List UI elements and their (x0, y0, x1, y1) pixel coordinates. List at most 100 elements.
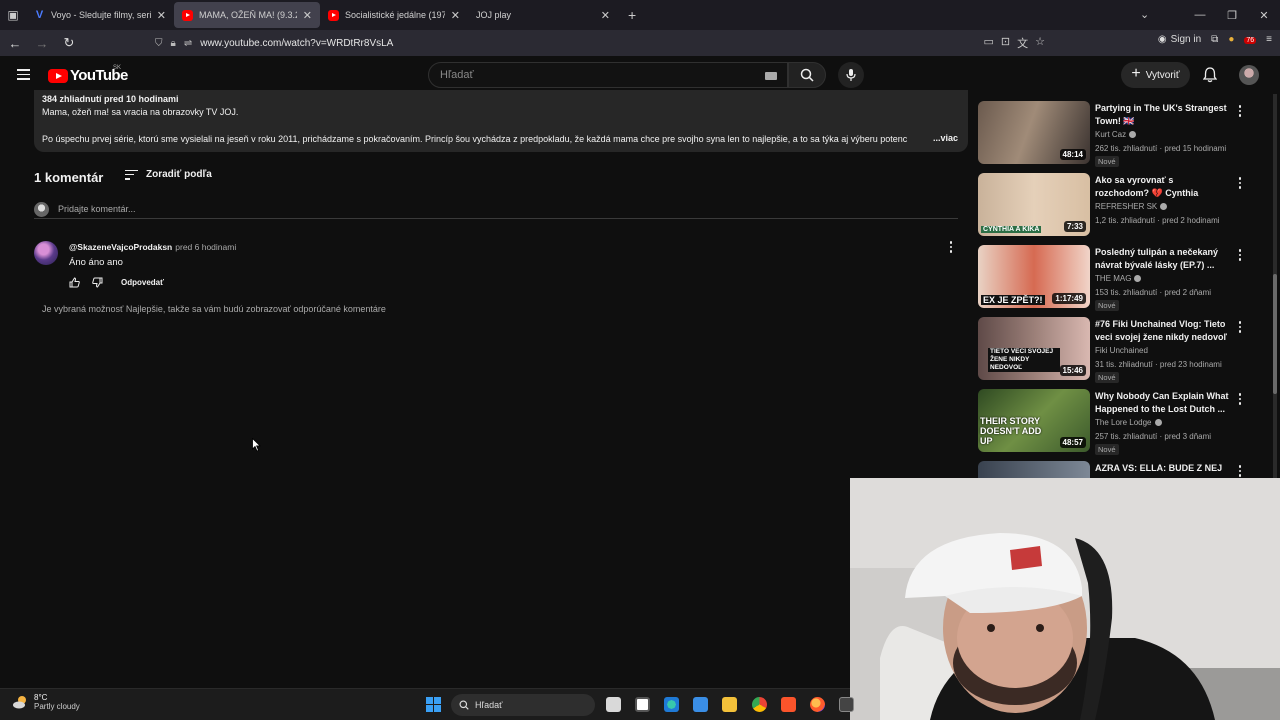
channel-name[interactable]: THE MAG (1095, 274, 1131, 283)
task-view-icon[interactable] (606, 697, 621, 712)
permissions-icon[interactable]: ⇌ (184, 38, 192, 49)
forward-icon[interactable]: → (30, 31, 54, 55)
translate-icon[interactable]: 文 (1017, 35, 1028, 51)
lock-icon[interactable]: 🔒︎ (171, 38, 176, 49)
tab-socialisticke-jedalne[interactable]: Socialistické jedálne (1977) - Yo ✕ (320, 0, 468, 30)
close-tab-icon[interactable]: ✕ (157, 9, 166, 22)
weather-condition: Partly cloudy (34, 702, 80, 711)
channel-name[interactable]: REFRESHER SK (1095, 202, 1157, 211)
verified-icon (1129, 131, 1137, 138)
recommended-video[interactable]: CYNTHIA A KIKA 7:33 Ako sa vyrovnať s ro… (978, 173, 1268, 237)
shield-icon[interactable]: ⛉ (155, 38, 163, 49)
close-window-icon[interactable]: ✕ (1248, 9, 1280, 22)
reply-button[interactable]: Odpovedať (121, 278, 164, 287)
sign-in-button[interactable]: ◉ Sign in (1158, 34, 1201, 45)
close-tab-icon[interactable]: ✕ (451, 9, 460, 22)
video-more-icon[interactable] (1235, 393, 1245, 405)
video-title[interactable]: Ako sa vyrovnať s rozchodom? 💔 Cynthia T… (1095, 174, 1229, 200)
show-more-link[interactable]: ...viac (930, 132, 958, 145)
save-to-pocket-icon[interactable]: ⊡ (1001, 35, 1010, 51)
video-thumbnail[interactable]: EX JE ZPĚT?! 1:17:49 (978, 245, 1090, 308)
comment-author[interactable]: @SkazeneVajcoProdaksn (69, 242, 172, 252)
comment-more-icon[interactable] (946, 241, 956, 253)
file-explorer-icon[interactable] (722, 697, 737, 712)
chrome-icon[interactable] (752, 697, 767, 712)
chevron-down-icon[interactable]: ⌄ (1140, 8, 1149, 21)
video-more-icon[interactable] (1235, 249, 1245, 261)
new-tab-icon[interactable]: + (628, 7, 636, 23)
weather-widget[interactable]: 8°C Partly cloudy (12, 693, 80, 711)
video-title[interactable]: Why Nobody Can Explain What Happened to … (1095, 390, 1229, 416)
tab-mama-ozen-ma[interactable]: MAMA, OŽEŇ MA! (9.3.2026 o ✕ (174, 2, 320, 28)
restore-icon[interactable]: ❐ (1216, 9, 1248, 22)
video-title[interactable]: Posledný tulipán a nečekaný návrat býval… (1095, 246, 1229, 272)
menu-icon[interactable]: ≡ (1266, 34, 1272, 45)
tab-voyo[interactable]: V Voyo - Sledujte filmy, seriály, TV ✕ (26, 0, 174, 30)
channel-name[interactable]: Kurt Caz (1095, 130, 1126, 139)
address-bar[interactable]: ⛉ 🔒︎ ⇌ www.youtube.com/watch?v=WRDtRr8Vs… (155, 33, 1045, 53)
keyboard-icon[interactable] (765, 72, 777, 80)
tab-list-icon[interactable]: ▣ (0, 0, 26, 30)
account-avatar[interactable] (1239, 65, 1259, 85)
video-description[interactable]: 384 zhliadnutí pred 10 hodinami Mama, ož… (34, 90, 968, 152)
hamburger-menu-icon[interactable] (17, 69, 30, 80)
extension-color-icon[interactable]: ● (1228, 34, 1234, 45)
search-box[interactable] (428, 62, 788, 88)
video-more-icon[interactable] (1235, 465, 1245, 477)
recommended-video[interactable]: TIETO VECI SVOJEJ ŽENE NIKDY NEDOVOĽ 15:… (978, 317, 1268, 383)
windows-start-icon[interactable] (426, 697, 441, 712)
recommended-video[interactable]: AZRA VS: ELLA: BUDE Z NEJ (978, 461, 1268, 478)
bookmark-star-icon[interactable]: ☆ (1035, 35, 1045, 51)
edge-icon[interactable] (664, 697, 679, 712)
sidebar-scrollbar[interactable] (1273, 94, 1277, 479)
reload-icon[interactable]: ↻ (57, 31, 81, 55)
video-thumbnail[interactable]: TIETO VECI SVOJEJ ŽENE NIKDY NEDOVOĽ 15:… (978, 317, 1090, 380)
channel-name[interactable]: The Lore Lodge (1095, 418, 1152, 427)
video-more-icon[interactable] (1235, 177, 1245, 189)
picture-in-picture-icon[interactable]: ▭ (984, 35, 994, 51)
recommended-video[interactable]: EX JE ZPĚT?! 1:17:49 Posledný tulipán a … (978, 245, 1268, 311)
voice-search-button[interactable] (838, 62, 864, 88)
recommended-video[interactable]: THEIR STORY DOESN'T ADD UP 48:57 Why Nob… (978, 389, 1268, 455)
extensions-icon[interactable]: ⧉ (1211, 34, 1218, 45)
taskbar-search-label: Hľadať (475, 700, 503, 710)
video-more-icon[interactable] (1235, 321, 1245, 333)
channel-name[interactable]: Fiki Unchained (1095, 346, 1148, 355)
extension-badge-icon[interactable]: 76 (1244, 34, 1257, 45)
back-icon[interactable]: ← (3, 31, 27, 55)
video-thumbnail[interactable] (978, 461, 1090, 478)
close-tab-icon[interactable]: ✕ (601, 9, 610, 22)
minimize-icon[interactable]: — (1184, 9, 1216, 21)
url-text[interactable]: www.youtube.com/watch?v=WRDtRr8VsLA (200, 38, 393, 49)
recommended-video[interactable]: 48:14 Partying in The UK's Strangest Tow… (978, 101, 1268, 167)
notifications-bell-icon[interactable] (1203, 67, 1217, 83)
video-more-icon[interactable] (1235, 105, 1245, 117)
tab-joj-play[interactable]: JOJ play ✕ (468, 0, 618, 30)
video-thumbnail[interactable]: THEIR STORY DOESN'T ADD UP 48:57 (978, 389, 1090, 452)
thumbs-down-icon[interactable] (92, 277, 103, 288)
video-thumbnail[interactable]: 48:14 (978, 101, 1090, 164)
sort-comments-button[interactable]: Zoradiť podľa (125, 169, 212, 180)
search-button[interactable] (788, 62, 826, 88)
video-thumbnail[interactable]: CYNTHIA A KIKA 7:33 (978, 173, 1090, 236)
youtube-logo[interactable]: YouTube SK (48, 65, 128, 84)
thumbs-up-icon[interactable] (69, 277, 80, 288)
add-comment-box[interactable] (34, 202, 958, 219)
store-icon[interactable] (635, 697, 650, 712)
taskbar-search[interactable]: Hľadať (451, 694, 595, 716)
video-title[interactable]: AZRA VS: ELLA: BUDE Z NEJ (1095, 462, 1229, 475)
add-comment-input[interactable] (58, 204, 558, 214)
create-button[interactable]: + Vytvoriť (1121, 62, 1190, 88)
close-tab-icon[interactable]: ✕ (303, 9, 312, 22)
sign-in-label: Sign in (1170, 34, 1202, 45)
video-title[interactable]: Partying in The UK's Strangest Town! 🇬🇧 (1095, 102, 1229, 128)
firefox-icon[interactable] (810, 697, 825, 712)
search-input[interactable] (440, 69, 740, 81)
commenter-avatar[interactable] (34, 241, 58, 265)
video-duration: 1:17:49 (1052, 293, 1086, 304)
video-title[interactable]: #76 Fiki Unchained Vlog: Tieto veci svoj… (1095, 318, 1229, 344)
comment-timestamp[interactable]: pred 6 hodinami (175, 242, 236, 252)
photos-icon[interactable] (693, 697, 708, 712)
brave-icon[interactable] (781, 697, 796, 712)
app-icon[interactable] (839, 697, 854, 712)
